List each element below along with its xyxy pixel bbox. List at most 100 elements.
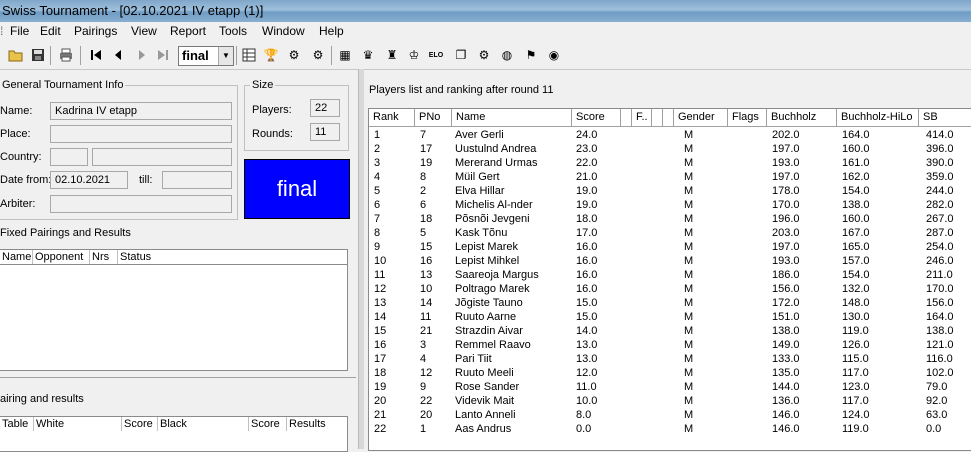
col-white[interactable]: White: [34, 417, 122, 431]
col-rank[interactable]: Rank: [369, 109, 415, 126]
col-gender[interactable]: Gender: [674, 109, 728, 126]
till-field[interactable]: [162, 171, 232, 189]
eye-icon[interactable]: ◉: [546, 47, 562, 63]
open-folder-icon[interactable]: [8, 47, 24, 63]
table-row[interactable]: 12 10 Poltrago Marek 16.0 M 156.0 132.0 170.0: [369, 282, 971, 296]
table-grid-icon[interactable]: [241, 47, 257, 63]
col-federation[interactable]: F..: [632, 109, 652, 126]
col-buchholz-hilo[interactable]: Buchholz-HiLo: [837, 109, 919, 126]
pairing-settings-icon[interactable]: ⚙: [310, 47, 326, 63]
previous-round-icon[interactable]: [110, 47, 126, 63]
copy-icon[interactable]: ❐: [453, 47, 469, 63]
col-player-name[interactable]: Name: [452, 109, 572, 126]
flag-icon[interactable]: ⚑: [523, 47, 539, 63]
cell-sb: 116.0: [926, 353, 953, 365]
table-row[interactable]: 19 9 Rose Sander 11.0 M 144.0 123.0 79.0: [369, 380, 971, 394]
col-blank-3[interactable]: [663, 109, 674, 126]
arbiter-field[interactable]: [50, 195, 232, 213]
table-row[interactable]: 13 14 Jõgiste Tauno 15.0 M 172.0 148.0 156.0: [369, 296, 971, 310]
country-field[interactable]: [92, 148, 232, 166]
menu-edit[interactable]: Edit: [40, 24, 61, 38]
cell-sb: 164.0: [926, 311, 954, 323]
cell-buchholz: 193.0: [772, 255, 800, 267]
menu-report[interactable]: Report: [170, 24, 206, 38]
table-row[interactable]: 10 16 Lepist Mihkel 16.0 M 193.0 157.0 246.0: [369, 254, 971, 268]
fixed-pairings-list[interactable]: [0, 265, 348, 371]
medal-icon[interactable]: ♔: [406, 47, 422, 63]
table-row[interactable]: 6 6 Michelis Al-nder 19.0 M 170.0 138.0 282.0: [369, 198, 971, 212]
internet-icon[interactable]: ◍: [499, 47, 515, 63]
print-icon[interactable]: [58, 47, 74, 63]
standings-icon[interactable]: ♜: [384, 47, 400, 63]
menu-view[interactable]: View: [131, 24, 157, 38]
players-icon[interactable]: ▦: [337, 47, 353, 63]
save-icon[interactable]: [30, 47, 46, 63]
col-score-black[interactable]: Score: [249, 417, 287, 431]
table-row[interactable]: 16 3 Remmel Raavo 13.0 M 149.0 126.0 121.0: [369, 338, 971, 352]
export-icon[interactable]: ⚙: [476, 47, 492, 63]
menu-pairings[interactable]: Pairings: [74, 24, 117, 38]
col-sb[interactable]: SB: [919, 109, 971, 126]
players-count-field[interactable]: 22: [310, 99, 340, 117]
table-row[interactable]: 9 15 Lepist Marek 16.0 M 197.0 165.0 254.0: [369, 240, 971, 254]
players-ranking-table[interactable]: Rank PNo Name Score F.. Gender Flags Buc…: [368, 108, 971, 451]
table-row[interactable]: 18 12 Ruuto Meeli 12.0 M 135.0 117.0 102.0: [369, 366, 971, 380]
table-row[interactable]: 5 2 Elva Hillar 19.0 M 178.0 154.0 244.0: [369, 184, 971, 198]
next-round-icon[interactable]: [134, 47, 150, 63]
cell-rank: 21: [374, 409, 387, 421]
col-buchholz[interactable]: Buchholz: [767, 109, 837, 126]
col-black[interactable]: Black: [158, 417, 249, 431]
table-row[interactable]: 2 17 Uustulnd Andrea 23.0 M 197.0 160.0 396.0: [369, 142, 971, 156]
cell-sb: 414.0: [926, 129, 954, 141]
trophy-icon[interactable]: 🏆: [263, 47, 279, 63]
cell-score: 16.0: [576, 255, 598, 267]
col-status[interactable]: Status: [118, 250, 347, 264]
col-blank-2[interactable]: [652, 109, 663, 126]
col-score[interactable]: Score: [572, 109, 621, 126]
col-blank-1[interactable]: [621, 109, 632, 126]
table-row[interactable]: 3 19 Mererand Urmas 22.0 M 193.0 161.0 390.0: [369, 156, 971, 170]
cell-sb: 211.0: [926, 269, 953, 281]
table-row[interactable]: 8 5 Kask Tõnu 17.0 M 203.0 167.0 287.0: [369, 226, 971, 240]
col-score-white[interactable]: Score: [122, 417, 158, 431]
menu-window[interactable]: Window: [262, 24, 305, 38]
last-round-icon[interactable]: [155, 47, 171, 63]
col-results[interactable]: Results: [287, 417, 347, 431]
cell-name: Aas Andrus: [455, 423, 512, 435]
panel-splitter[interactable]: [358, 69, 364, 449]
menu-help[interactable]: Help: [319, 24, 344, 38]
col-pno[interactable]: PNo: [415, 109, 452, 126]
cell-buchholz-hilo: 162.0: [842, 171, 870, 183]
col-opponent[interactable]: Opponent: [33, 250, 90, 264]
col-name[interactable]: Name: [0, 250, 33, 264]
table-row[interactable]: 15 21 Strazdin Aivar 14.0 M 138.0 119.0 138.0: [369, 324, 971, 338]
table-row[interactable]: 11 13 Saareoja Margus 16.0 M 186.0 154.0 211.0: [369, 268, 971, 282]
table-row[interactable]: 21 20 Lanto Anneli 8.0 M 146.0 124.0 63.0: [369, 408, 971, 422]
date-from-field[interactable]: 02.10.2021: [50, 171, 128, 189]
table-row[interactable]: 1 7 Aver Gerli 24.0 M 202.0 164.0 414.0: [369, 128, 971, 142]
menu-tools[interactable]: Tools: [219, 24, 247, 38]
col-flags[interactable]: Flags: [728, 109, 767, 126]
cup-icon[interactable]: ♛: [360, 47, 376, 63]
pairing-icon[interactable]: ⚙: [286, 47, 302, 63]
elo-icon[interactable]: ELO: [428, 47, 444, 63]
round-select[interactable]: final ▼: [178, 46, 234, 66]
rounds-count-field[interactable]: 11: [310, 123, 340, 141]
table-row[interactable]: 22 1 Aas Andrus 0.0 M 146.0 119.0 0.0: [369, 422, 971, 436]
col-nrs[interactable]: Nrs: [90, 250, 118, 264]
table-row[interactable]: 20 22 Videvik Mait 10.0 M 136.0 117.0 92.0: [369, 394, 971, 408]
place-field[interactable]: [50, 125, 232, 143]
cell-buchholz: 135.0: [772, 367, 800, 379]
chevron-down-icon[interactable]: ▼: [218, 47, 233, 65]
table-row[interactable]: 17 4 Pari Tiit 13.0 M 133.0 115.0 116.0: [369, 352, 971, 366]
table-row[interactable]: 14 11 Ruuto Aarne 15.0 M 151.0 130.0 164.0: [369, 310, 971, 324]
col-table[interactable]: Table: [0, 417, 34, 431]
pairing-results-list[interactable]: [0, 432, 348, 452]
name-field[interactable]: Kadrina IV etapp: [50, 102, 232, 120]
table-row[interactable]: 7 18 Põsnõi Jevgeni 18.0 M 196.0 160.0 267.0: [369, 212, 971, 226]
menu-file[interactable]: File: [10, 24, 29, 38]
table-row[interactable]: 4 8 Müil Gert 21.0 M 197.0 162.0 359.0: [369, 170, 971, 184]
first-round-icon[interactable]: [88, 47, 104, 63]
cell-name: Rose Sander: [455, 381, 520, 393]
country-code-field[interactable]: [50, 148, 88, 166]
